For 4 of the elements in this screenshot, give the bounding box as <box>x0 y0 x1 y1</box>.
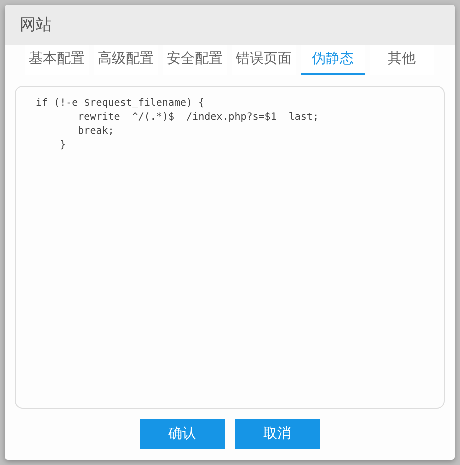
dialog-title: 网站 <box>5 5 455 45</box>
code-editor[interactable]: if (!-e $request_filename) { rewrite ^/(.*)$ /index.php?s=$1 last; break; } <box>15 86 445 409</box>
cancel-button[interactable]: 取消 <box>235 419 320 449</box>
confirm-button[interactable]: 确认 <box>140 419 225 449</box>
